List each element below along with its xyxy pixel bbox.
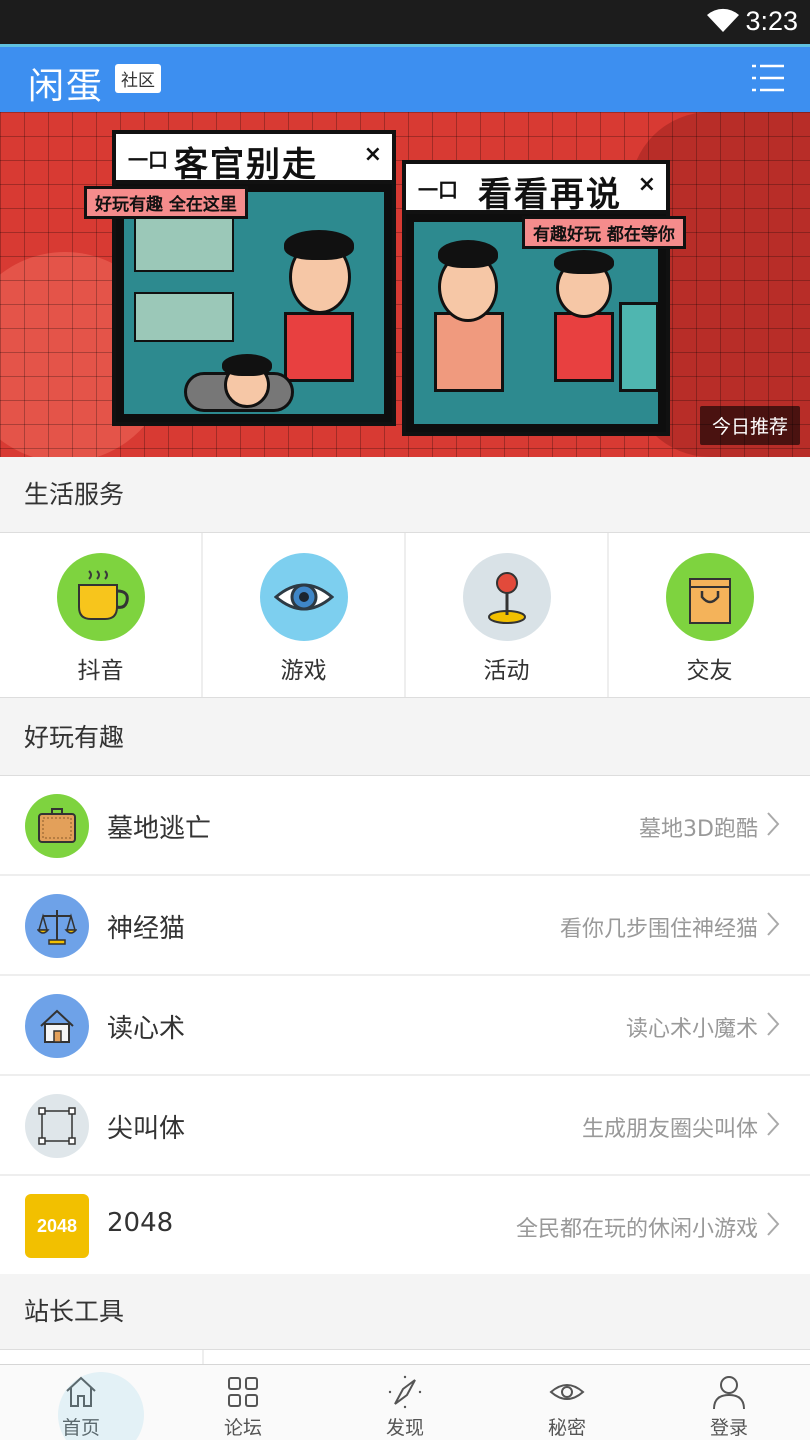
panel-scene bbox=[124, 192, 384, 414]
list-item-name: 读心术 bbox=[107, 1014, 186, 1044]
section-title-tools: 站长工具 bbox=[0, 1274, 810, 1349]
service-icon-bg bbox=[56, 553, 145, 641]
section-title-text: 站长工具 bbox=[24, 1297, 125, 1326]
service-item-games[interactable]: 游戏 bbox=[203, 533, 406, 697]
eye-icon bbox=[273, 583, 334, 611]
menu-icon[interactable] bbox=[752, 63, 784, 93]
list-item-desc: 墓地3D跑酷 bbox=[639, 817, 758, 842]
list-item-crazy-cat[interactable]: 神经猫 看你几步围住神经猫 bbox=[0, 876, 810, 976]
panel-titlebar: 一口 客官别走 × bbox=[116, 134, 392, 185]
close-icon: × bbox=[363, 142, 382, 167]
nav-discover[interactable]: 发现 bbox=[324, 1365, 486, 1440]
section-title-services: 生活服务 bbox=[0, 457, 810, 532]
panel-tag: 有趣好玩 都在等你 bbox=[522, 216, 686, 249]
banner-carousel[interactable]: 一口 客官别走 × 好玩有趣 全在这里 一口 看看再说 × 有趣好玩 都在等你 … bbox=[0, 112, 810, 457]
panel-title: 看看再说 bbox=[478, 175, 622, 215]
nav-forum[interactable]: 论坛 bbox=[162, 1365, 324, 1440]
service-label: 游戏 bbox=[280, 658, 327, 684]
banner-panel-left: 一口 客官别走 × 好玩有趣 全在这里 bbox=[84, 130, 396, 426]
suitcase-icon bbox=[38, 808, 76, 843]
service-label: 活动 bbox=[483, 658, 530, 684]
fun-list: 墓地逃亡 墓地3D跑酷 神经猫 看你几步围住神经猫 读心术 读心术小魔术 尖叫体… bbox=[0, 775, 810, 1276]
list-icon-bg bbox=[25, 994, 89, 1058]
service-item-activity[interactable]: 活动 bbox=[406, 533, 609, 697]
today-recommend-label: 今日推荐 bbox=[699, 406, 800, 445]
window-controls: 一口 bbox=[128, 148, 168, 172]
service-item-friends[interactable]: 交友 bbox=[609, 533, 810, 697]
service-icon-bg bbox=[259, 553, 348, 641]
window-controls: 一口 bbox=[418, 178, 458, 202]
panel-title: 客官别走 bbox=[174, 145, 318, 185]
nav-secret[interactable]: 秘密 bbox=[486, 1365, 648, 1440]
scales-icon bbox=[37, 910, 77, 945]
2048-logo: 2048 bbox=[25, 1194, 89, 1258]
list-item-name: 神经猫 bbox=[107, 914, 186, 944]
house-icon bbox=[40, 1009, 74, 1043]
app-logo[interactable]: 闲蛋 bbox=[28, 57, 104, 109]
shopping-bag-icon bbox=[688, 578, 731, 624]
nav-label: 发现 bbox=[385, 1417, 424, 1439]
list-item-desc: 全民都在玩的休闲小游戏 bbox=[515, 1217, 758, 1242]
nav-login[interactable]: 登录 bbox=[648, 1365, 810, 1440]
nav-label: 秘密 bbox=[547, 1417, 586, 1439]
list-item-scream-text[interactable]: 尖叫体 生成朋友圈尖叫体 bbox=[0, 1076, 810, 1176]
list-item-name: 尖叫体 bbox=[107, 1114, 186, 1144]
chevron-right-icon bbox=[767, 1212, 780, 1236]
coffee-cup-icon bbox=[77, 570, 129, 620]
eye-icon bbox=[549, 1384, 585, 1400]
section-title-fun: 好玩有趣 bbox=[0, 700, 810, 775]
service-item-douyin[interactable]: 抖音 bbox=[0, 533, 203, 697]
nav-label: 论坛 bbox=[223, 1417, 262, 1439]
nav-label: 登录 bbox=[709, 1417, 748, 1439]
chevron-right-icon bbox=[767, 812, 780, 836]
list-item-name: 2048 bbox=[107, 1208, 174, 1238]
wifi-icon bbox=[707, 8, 739, 32]
joystick-icon bbox=[487, 572, 526, 624]
user-icon bbox=[713, 1376, 745, 1410]
list-item-mind-reading[interactable]: 读心术 读心术小魔术 bbox=[0, 976, 810, 1076]
close-icon: × bbox=[637, 172, 656, 197]
services-grid: 抖音 游戏 活动 交友 bbox=[0, 532, 810, 698]
list-item-name: 墓地逃亡 bbox=[107, 814, 212, 844]
chevron-right-icon bbox=[767, 1012, 780, 1036]
section-title-text: 好玩有趣 bbox=[24, 723, 125, 752]
list-item-2048[interactable]: 2048 2048 全民都在玩的休闲小游戏 bbox=[0, 1176, 810, 1276]
service-icon-bg bbox=[665, 553, 754, 641]
chevron-right-icon bbox=[767, 912, 780, 936]
app-header: 闲蛋 社区 bbox=[0, 44, 810, 112]
panel-tag: 好玩有趣 全在这里 bbox=[84, 186, 248, 219]
section-title-text: 生活服务 bbox=[24, 480, 125, 509]
list-icon-bg bbox=[25, 1094, 89, 1158]
grid-icon bbox=[228, 1377, 258, 1407]
panel-titlebar: 一口 看看再说 × bbox=[406, 164, 666, 215]
chevron-right-icon bbox=[767, 1112, 780, 1136]
service-label: 交友 bbox=[686, 658, 733, 684]
list-item-desc: 读心术小魔术 bbox=[625, 1017, 758, 1042]
service-icon-bg bbox=[462, 553, 551, 641]
list-item-graveyard-run[interactable]: 墓地逃亡 墓地3D跑酷 bbox=[0, 776, 810, 876]
status-bar: 3:23 bbox=[0, 0, 810, 44]
banner-panel-right: 一口 看看再说 × 有趣好玩 都在等你 bbox=[402, 160, 686, 436]
list-icon-bg bbox=[25, 794, 89, 858]
community-badge: 社区 bbox=[115, 64, 161, 93]
list-item-desc: 生成朋友圈尖叫体 bbox=[581, 1117, 758, 1142]
service-label: 抖音 bbox=[77, 658, 124, 684]
compass-icon bbox=[388, 1375, 422, 1409]
clock: 3:23 bbox=[745, 6, 798, 36]
selection-box-icon bbox=[38, 1107, 76, 1145]
panel-scene bbox=[414, 222, 658, 424]
list-icon-bg bbox=[25, 894, 89, 958]
list-item-desc: 看你几步围住神经猫 bbox=[559, 917, 758, 942]
